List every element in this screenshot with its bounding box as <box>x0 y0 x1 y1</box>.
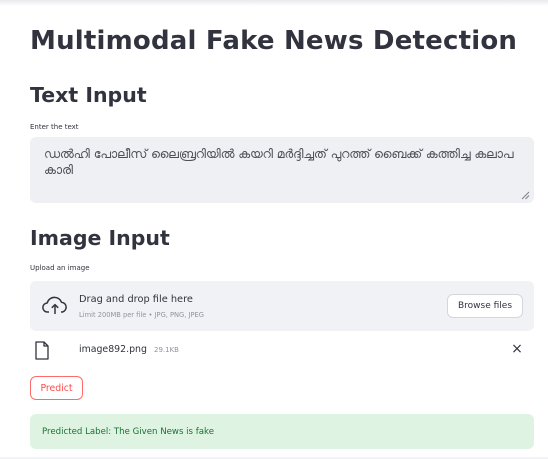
uploaded-file-row: image892.png 29.1KB × <box>30 341 534 363</box>
cloud-upload-icon <box>42 296 67 314</box>
close-icon[interactable]: × <box>510 342 524 356</box>
top-shadow <box>0 0 548 6</box>
file-icon <box>35 341 49 360</box>
browse-files-button[interactable]: Browse files <box>447 294 523 318</box>
dropzone-instructions: Drag and drop file here <box>79 294 193 305</box>
resize-handle-icon[interactable] <box>521 191 530 200</box>
dropzone-limit-text: Limit 200MB per file • JPG, PNG, JPEG <box>79 311 204 319</box>
news-text-value: ഡൽഹി പോലീസ് ലൈബ്രറിയിൽ കയറി മർദ്ദിച്ചത് … <box>44 147 514 177</box>
uploaded-file-size: 29.1KB <box>154 346 179 354</box>
news-text-area[interactable]: ഡൽഹി പോലീസ് ലൈബ്രറിയിൽ കയറി മർദ്ദിച്ചത് … <box>30 137 534 203</box>
text-input-heading: Text Input <box>30 83 147 107</box>
page-title: Multimodal Fake News Detection <box>30 26 518 56</box>
file-dropzone[interactable]: Drag and drop file here Limit 200MB per … <box>30 281 534 331</box>
image-input-heading: Image Input <box>30 226 170 250</box>
image-upload-label: Upload an image <box>30 264 90 272</box>
prediction-result-text: Predicted Label: The Given News is fake <box>42 426 214 437</box>
predict-button[interactable]: Predict <box>30 376 83 400</box>
text-input-label: Enter the text <box>30 123 79 131</box>
prediction-result-alert: Predicted Label: The Given News is fake <box>30 414 534 449</box>
uploaded-file-name: image892.png <box>79 344 147 355</box>
